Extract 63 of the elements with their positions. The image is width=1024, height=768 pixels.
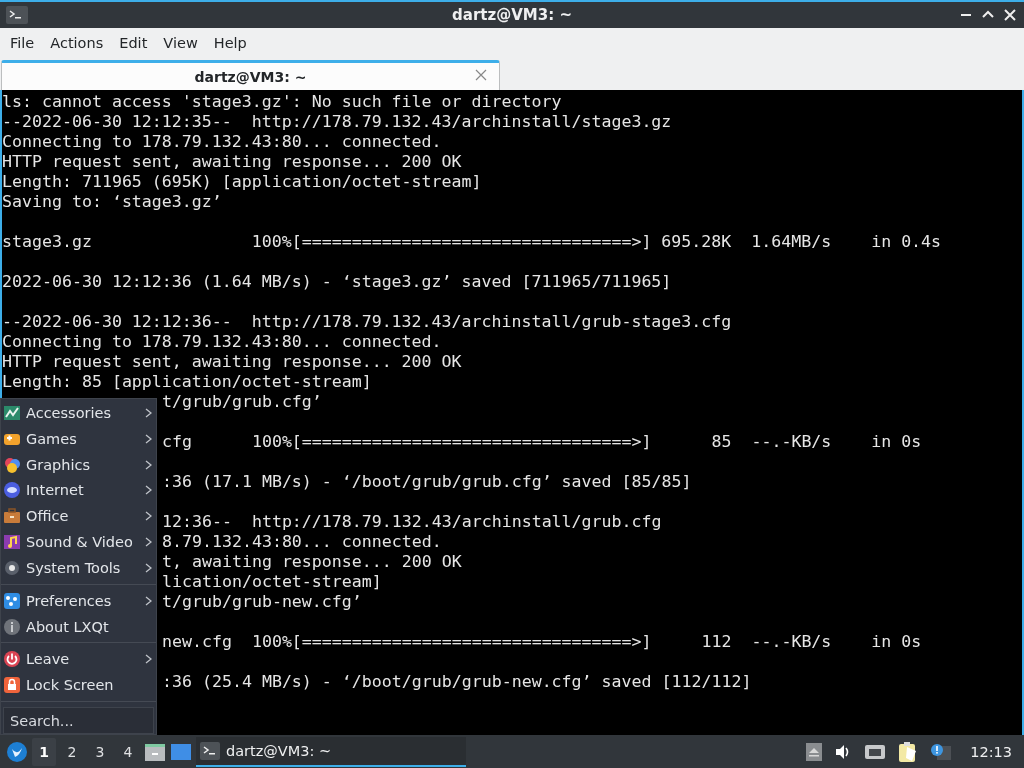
chart-icon	[3, 403, 21, 422]
terminal-line: t/grub/grub-new.cfg’	[162, 592, 362, 612]
terminal-line: Connecting to 178.79.132.43:80... connected.	[2, 332, 442, 352]
terminal-line: stage3.gz 100%[=================================>] 695.28K 1.64MB/s in 0.4s	[2, 232, 942, 252]
start-menu-button[interactable]	[6, 740, 28, 763]
menu-item[interactable]: Games	[1, 425, 156, 452]
clipboard-icon[interactable]	[898, 740, 919, 763]
desktop-icon[interactable]	[170, 741, 192, 762]
menu-item[interactable]: System Tools	[1, 554, 156, 581]
settings-icon	[3, 591, 21, 610]
menu-item[interactable]: Help	[205, 31, 255, 55]
desktop-switcher[interactable]: 4	[116, 737, 140, 766]
terminal-line: --2022-06-30 12:12:36-- http://178.79.132.43/archinstall/grub-stage3.cfg	[2, 312, 732, 332]
terminal-line: lication/octet-stream]	[162, 572, 382, 592]
briefcase-icon	[3, 507, 21, 526]
terminal-line: Saving to: ‘stage3.gz’	[2, 192, 222, 212]
menu-item[interactable]: Edit	[111, 31, 156, 55]
menu-item[interactable]: Preferences	[1, 587, 156, 614]
menu-item[interactable]: Leave	[1, 646, 156, 673]
desktop-switcher[interactable]: 2	[60, 737, 84, 766]
terminal-line: HTTP request sent, awaiting response... 200 OK	[2, 352, 462, 372]
info-icon	[3, 617, 21, 636]
menu-item[interactable]: File	[2, 31, 43, 55]
tab[interactable]: dartz@VM3: ~	[1, 60, 500, 90]
menu-item[interactable]: Internet	[1, 477, 156, 504]
menu-item[interactable]: Graphics	[1, 451, 156, 478]
search-field[interactable]: Search...	[3, 707, 154, 734]
terminal-icon	[200, 741, 220, 760]
menu-item[interactable]: Actions	[42, 31, 112, 55]
terminal-line: Length: 711965 (695K) [application/octet-stream]	[2, 172, 482, 192]
power-icon	[3, 650, 21, 669]
terminal-line: new.cfg 100%[=================================>] 112 --.-KB/s in 0s	[162, 632, 922, 652]
eject-icon[interactable]	[806, 742, 823, 761]
terminal-line: Length: 85 [application/octet-stream]	[2, 372, 372, 392]
music-note-icon	[3, 533, 21, 552]
terminal-line: 12:36-- http://178.79.132.43/archinstall/grub.cfg	[162, 512, 662, 532]
notification-icon[interactable]	[930, 741, 953, 762]
menu-item[interactable]: About LXQt	[1, 613, 156, 640]
lock-icon	[3, 676, 21, 695]
terminal-line: 2022-06-30 12:12:36 (1.64 MB/s) - ‘stage3.gz’ saved [711965/711965]	[2, 272, 672, 292]
terminal-line: 8.79.132.43:80... connected.	[162, 532, 442, 552]
desktop-switcher[interactable]: 1	[32, 737, 56, 766]
menu-item[interactable]: Office	[1, 503, 156, 530]
terminal-line: --2022-06-30 12:12:35-- http://178.79.132.43/archinstall/stage3.gz	[2, 112, 672, 132]
terminal-line: t/grub/grub.cfg’	[162, 392, 322, 412]
terminal-line: ls: cannot access 'stage3.gz': No such file or directory	[2, 92, 562, 112]
terminal-line: :36 (25.4 MB/s) - ‘/boot/grub/grub-new.cfg’ saved [112/112]	[162, 672, 752, 692]
window-title: dartz@VM3: ~	[452, 6, 572, 24]
terminal-icon	[6, 6, 28, 24]
menu-item[interactable]: Sound & Video	[1, 529, 156, 555]
task-button[interactable]: dartz@VM3: ~	[196, 736, 466, 767]
menu-item[interactable]: View	[155, 31, 206, 55]
close-icon[interactable]	[1004, 9, 1016, 21]
terminal-line: cfg 100%[=================================>] 85 --.-KB/s in 0s	[162, 432, 922, 452]
terminal-line: HTTP request sent, awaiting response... 200 OK	[2, 152, 462, 172]
terminal-line: t, awaiting response... 200 OK	[162, 552, 462, 572]
terminal-line: Connecting to 178.79.132.43:80... connected.	[2, 132, 442, 152]
menu-item[interactable]: Lock Screen	[1, 672, 156, 699]
clock[interactable]: 12:13	[970, 743, 1012, 760]
desktop-switcher[interactable]: 3	[88, 737, 112, 766]
color-palette-icon	[3, 455, 21, 474]
menu-item[interactable]: Accessories	[1, 400, 156, 426]
terminal-line: :36 (17.1 MB/s) - ‘/boot/grub/grub.cfg’ saved [85/85]	[162, 472, 692, 492]
